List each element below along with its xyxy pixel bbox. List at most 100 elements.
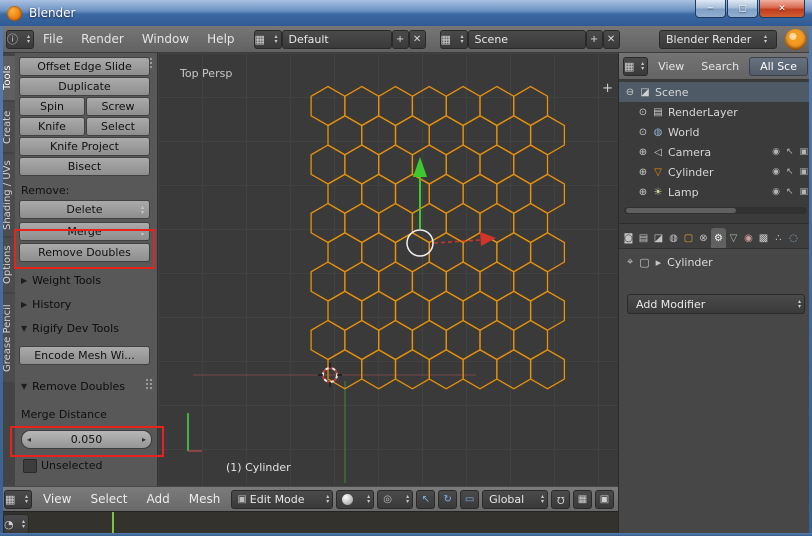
view-menu[interactable]: View bbox=[35, 492, 79, 506]
properties-tab-material[interactable]: ◉ bbox=[741, 228, 756, 248]
properties-tab-object-data[interactable]: ▽ bbox=[726, 228, 741, 248]
remove-doubles-button[interactable]: Remove Doubles bbox=[19, 243, 150, 262]
orientation-dropdown[interactable]: Global bbox=[482, 489, 549, 509]
menu-render[interactable]: Render bbox=[72, 32, 133, 46]
weight-tools-panel-header[interactable]: ▶ Weight Tools bbox=[21, 274, 101, 287]
unselected-checkbox[interactable] bbox=[23, 459, 37, 473]
manipulator-x-axis[interactable] bbox=[433, 239, 481, 244]
visibility-eye-icon[interactable]: ◉ bbox=[772, 147, 780, 157]
properties-tab-physics[interactable]: ◌ bbox=[786, 228, 801, 248]
editor-type-info-button[interactable]: ⓘ bbox=[6, 29, 34, 49]
manipulator-y-arrow-icon[interactable] bbox=[413, 157, 427, 177]
selectability-pointer-icon[interactable]: ↖ bbox=[786, 167, 794, 177]
add-modifier-dropdown[interactable]: Add Modifier bbox=[627, 294, 805, 314]
viewport-3d[interactable]: Top Persp (1) Cylinder + bbox=[158, 53, 618, 486]
properties-tab-modifiers[interactable]: ⚙ bbox=[711, 228, 726, 248]
properties-tab-texture[interactable]: ▩ bbox=[756, 228, 771, 248]
region-expand-plus-icon[interactable]: + bbox=[602, 82, 613, 95]
bisect-button[interactable]: Bisect bbox=[19, 157, 150, 176]
delete-dropdown[interactable]: Delete bbox=[19, 200, 150, 219]
outliner-row-camera[interactable]: ⊕ ◁ Camera ◉ ↖ ▣ bbox=[619, 142, 812, 162]
scene-browse-button[interactable]: ▦ bbox=[439, 29, 468, 49]
mesh-wireframe-cylinder[interactable] bbox=[310, 85, 566, 390]
add-menu[interactable]: Add bbox=[138, 492, 177, 506]
editor-type-outliner-button[interactable]: ▦ bbox=[623, 56, 649, 76]
renderability-camera-icon[interactable]: ▣ bbox=[799, 147, 808, 157]
viewport-canvas[interactable] bbox=[158, 53, 618, 486]
outliner-filter-dropdown[interactable]: All Sce bbox=[749, 56, 808, 76]
menu-help[interactable]: Help bbox=[198, 32, 243, 46]
outliner-expand-icon[interactable]: ⊙ bbox=[636, 127, 650, 138]
outliner-row-cylinder[interactable]: ⊕ ▽ Cylinder ◉ ↖ ▣ bbox=[619, 162, 812, 182]
outliner-expand-icon[interactable]: ⊕ bbox=[636, 187, 650, 198]
screen-layout-name-field[interactable]: Default bbox=[281, 29, 392, 49]
select-menu[interactable]: Select bbox=[82, 492, 135, 506]
translate-manipulator[interactable] bbox=[406, 157, 496, 257]
maximize-button[interactable]: ▢ bbox=[727, 0, 758, 18]
manipulator-x-arrow-icon[interactable] bbox=[480, 232, 496, 246]
properties-tab-particles[interactable]: ∴ bbox=[771, 228, 786, 248]
rigify-dev-tools-panel-header[interactable]: ▼ Rigify Dev Tools bbox=[21, 322, 119, 335]
render-engine-dropdown[interactable]: Blender Render bbox=[659, 29, 777, 49]
merge-dropdown[interactable]: Merge bbox=[19, 222, 150, 241]
outliner-expand-icon[interactable]: ⊕ bbox=[636, 147, 650, 158]
add-scene-button[interactable]: + bbox=[585, 29, 603, 49]
history-panel-header[interactable]: ▶ History bbox=[21, 298, 71, 311]
slider-right-arrow-icon[interactable]: ▸ bbox=[142, 435, 146, 444]
knife-button[interactable]: Knife bbox=[19, 117, 85, 136]
editor-type-timeline-button[interactable]: ◔ bbox=[3, 514, 29, 534]
properties-tab-render[interactable]: ◙ bbox=[621, 228, 636, 248]
offset-edge-slide-button[interactable]: Offset Edge Slide bbox=[19, 57, 150, 76]
close-button[interactable]: ✕ bbox=[759, 0, 805, 18]
slider-left-arrow-icon[interactable]: ◂ bbox=[27, 435, 31, 444]
duplicate-button[interactable]: Duplicate bbox=[19, 77, 150, 96]
outliner-expand-icon[interactable]: ⊕ bbox=[636, 167, 650, 178]
visibility-eye-icon[interactable]: ◉ bbox=[772, 187, 780, 197]
renderability-camera-icon[interactable]: ▣ bbox=[799, 167, 808, 177]
knife-select-button[interactable]: Select bbox=[86, 117, 150, 136]
encode-mesh-button[interactable]: Encode Mesh Wi... bbox=[19, 346, 150, 365]
minimize-button[interactable]: ─ bbox=[695, 0, 726, 18]
editor-type-3dview-button[interactable]: ▦ bbox=[4, 489, 32, 509]
properties-tab-world[interactable]: ◍ bbox=[666, 228, 681, 248]
pivot-dropdown[interactable]: ◎ bbox=[377, 489, 414, 509]
manipulator-scale-toggle[interactable]: ▭ bbox=[460, 489, 480, 509]
menu-file[interactable]: File bbox=[34, 32, 72, 46]
outliner-expand-icon[interactable]: ⊙ bbox=[636, 107, 650, 118]
properties-tab-object[interactable]: ▢ bbox=[681, 228, 696, 248]
panel-grip-icon[interactable] bbox=[145, 378, 154, 391]
screen-layout-browse-button[interactable]: ▦ bbox=[253, 29, 282, 49]
add-layout-button[interactable]: + bbox=[391, 29, 409, 49]
scrollbar-thumb[interactable] bbox=[626, 208, 736, 213]
render-opengl-button[interactable]: ▣ bbox=[595, 489, 614, 509]
remove-doubles-operator-panel-header[interactable]: ▼ Remove Doubles bbox=[21, 380, 125, 393]
outliner-hscrollbar[interactable] bbox=[624, 207, 807, 214]
window-titlebar[interactable]: Blender ─ ▢ ✕ bbox=[0, 0, 812, 26]
spin-button[interactable]: Spin bbox=[19, 97, 85, 116]
visibility-eye-icon[interactable]: ◉ bbox=[772, 167, 780, 177]
panel-grip-icon[interactable] bbox=[145, 57, 154, 70]
outliner-expand-icon[interactable]: ⊖ bbox=[623, 87, 637, 98]
properties-tab-constraints[interactable]: ⊗ bbox=[696, 228, 711, 248]
properties-tab-render-layers[interactable]: ▤ bbox=[636, 228, 651, 248]
outliner-row-scene[interactable]: ⊖ ◪ Scene bbox=[619, 82, 812, 102]
outliner-row-renderlayer[interactable]: ⊙ ▤ RenderLayer bbox=[619, 102, 812, 122]
snap-element-dropdown[interactable]: ▦ bbox=[573, 489, 593, 509]
outliner-row-world[interactable]: ⊙ ◍ World bbox=[619, 122, 812, 142]
outliner-menu-view[interactable]: View bbox=[651, 60, 691, 73]
outliner-menu-search[interactable]: Search bbox=[694, 60, 746, 73]
snap-toggle[interactable]: Ω bbox=[551, 489, 571, 509]
mode-dropdown[interactable]: ▣ Edit Mode bbox=[231, 489, 334, 509]
selectability-pointer-icon[interactable]: ↖ bbox=[786, 147, 794, 157]
pin-icon[interactable]: ⌖ bbox=[627, 255, 633, 269]
screw-button[interactable]: Screw bbox=[86, 97, 150, 116]
merge-distance-slider[interactable]: ◂ 0.050 ▸ bbox=[21, 430, 152, 449]
knife-project-button[interactable]: Knife Project bbox=[19, 137, 150, 156]
mesh-menu[interactable]: Mesh bbox=[181, 492, 229, 506]
selectability-pointer-icon[interactable]: ↖ bbox=[786, 187, 794, 197]
renderability-camera-icon[interactable]: ▣ bbox=[799, 187, 808, 197]
delete-layout-button[interactable]: ✕ bbox=[408, 29, 426, 49]
outliner-row-lamp[interactable]: ⊕ ☀ Lamp ◉ ↖ ▣ bbox=[619, 182, 812, 202]
properties-tab-scene[interactable]: ◪ bbox=[651, 228, 666, 248]
scene-name-field[interactable]: Scene bbox=[467, 29, 586, 49]
